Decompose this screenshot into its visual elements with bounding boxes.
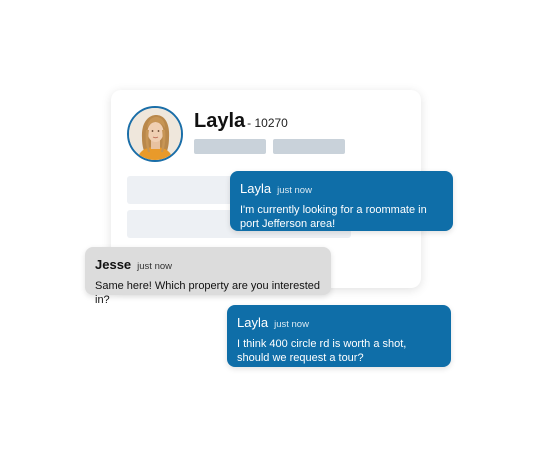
message-sender: Layla [240,181,272,196]
avatar [127,106,183,162]
message-header: Jesse just now [95,256,321,274]
profile-name: Layla - 10270 [194,110,288,133]
message-time: just now [137,261,173,272]
avatar-portrait-icon [129,108,181,160]
placeholder-pill [194,139,266,154]
profile-name-text: Layla [194,110,246,132]
message-text: I think 400 circle rd is worth a shot, s… [237,338,407,364]
message-time: just now [274,319,309,330]
message-text: I'm currently looking for a roommate in … [240,204,427,230]
chat-illustration: Layla - 10270 Layla just now I'm currently… [0,0,536,458]
message-sender: Jesse [95,257,132,272]
message-bubble: Layla just now I'm currently looking for … [230,171,453,231]
message-header: Layla just now [240,180,443,198]
message-bubble: Layla just now I think 400 circle rd is w… [227,305,451,367]
message-text: Same here! Which property are you intere… [95,280,321,306]
placeholder-pill [273,139,345,154]
message-sender: Layla [237,315,269,330]
message-time: just now [277,185,312,196]
message-header: Layla just now [237,314,441,332]
profile-id: - 10270 [247,116,288,130]
message-bubble: Jesse just now Same here! Which property … [85,247,331,306]
